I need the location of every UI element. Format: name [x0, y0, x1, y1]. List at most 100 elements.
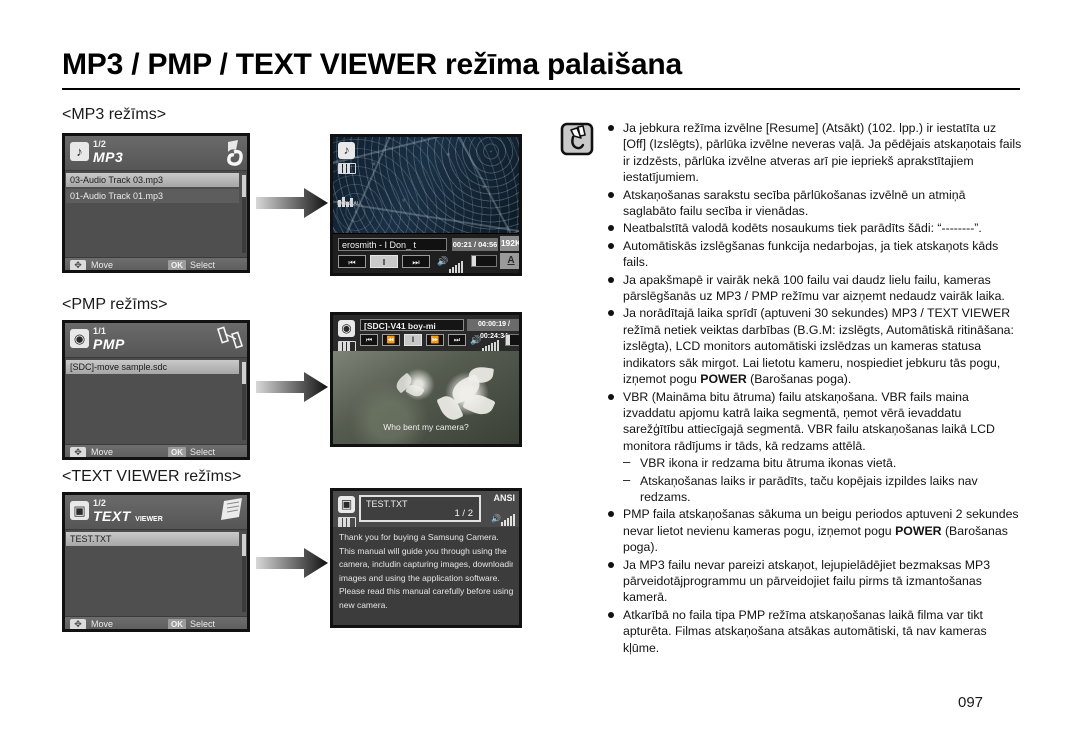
music-note-icon: ♪: [70, 142, 89, 161]
direction-pad-icon: ✥: [70, 447, 86, 457]
note-item: Automātiskās izslēgšanas funkcija nedarb…: [606, 238, 1022, 271]
mp3-browser-mode-label: MP3: [93, 149, 124, 165]
pmp-browser-page-indicator: 1/1: [93, 326, 107, 336]
note-text: Automātiskās izslēgšanas funkcija nedarb…: [623, 238, 999, 270]
text-viewer-content: Thank you for buying a Samsung Camera. T…: [333, 527, 519, 612]
direction-pad-icon: ✥: [70, 619, 86, 629]
bullet-marker: [608, 242, 614, 249]
speaker-icon: 🔊: [470, 335, 482, 345]
next-button[interactable]: ⏭: [448, 334, 466, 346]
dash-marker: –: [623, 471, 631, 487]
text-mode-sub: VIEWER: [135, 516, 163, 523]
text-browser-mode-label: TEXT VIEWER: [93, 508, 163, 524]
ok-button[interactable]: OK: [168, 619, 186, 629]
text-browser-page-indicator: 1/2: [93, 498, 107, 508]
text-mode-main: TEXT: [93, 508, 131, 524]
ok-button[interactable]: OK: [168, 260, 186, 270]
page-title: MP3 / PMP / TEXT VIEWER režīma palaišana: [62, 48, 682, 81]
text-line: Thank you for buying a Samsung Camera.: [339, 532, 499, 542]
note-text: Atkarībā no faila tipa PMP režīma atskaņ…: [623, 607, 987, 655]
text-browser-footer: ✥ Move OK Select: [65, 616, 247, 629]
volume-meter[interactable]: [482, 334, 500, 352]
select-label: Select: [190, 447, 216, 457]
bitrate-badge: 192K: [500, 236, 519, 251]
film-strip-icon: [216, 326, 244, 349]
film-reel-icon: ◉: [338, 320, 355, 337]
mp3-browser-page-indicator: 1/2: [93, 139, 107, 149]
mp3-album-artwork: ♪ NORMAL: [333, 137, 519, 233]
section-label-text: <TEXT VIEWER režīms>: [62, 468, 242, 485]
note-text: VBR (Maināma bitu ātruma) failu atskaņoš…: [623, 389, 995, 453]
text-browser-header: ▣ 1/2 TEXT VIEWER: [65, 495, 247, 530]
note-item: VBR (Maināma bitu ātruma) failu atskaņoš…: [606, 389, 1022, 455]
scrollbar[interactable]: [242, 175, 246, 253]
pmp-browser-mode-label: PMP: [93, 336, 125, 352]
text-line: Please read this manual carefully before…: [339, 586, 513, 596]
subtitle-text: Who bent my camera?: [383, 422, 469, 432]
vbr-icon: A: [500, 253, 519, 269]
track-title: erosmith - I Don_ t: [338, 238, 447, 251]
speaker-icon: 🔊: [437, 256, 449, 266]
next-button[interactable]: ⏭: [402, 255, 430, 268]
movie-title: [SDC]-V41 boy-mi: [360, 319, 464, 331]
section-label-mp3: <MP3 režīms>: [62, 106, 167, 123]
document-icon: ▣: [70, 501, 89, 520]
film-reel-icon: ◉: [70, 329, 89, 348]
text-line: camera, includin capturing images, downl…: [339, 559, 513, 569]
note-text: Ja jebkura režīma izvēlne [Resume] (Atsā…: [623, 121, 1022, 185]
list-item[interactable]: TEST.TXT: [66, 532, 239, 546]
select-label: Select: [190, 619, 216, 629]
note-text: (Barošanas poga).: [746, 372, 852, 387]
text-viewer-screen: ▣ TEST.TXT 1 / 2 ANSI 🔊 Thank you for bu…: [330, 488, 522, 628]
mp3-browser-list: 03-Audio Track 03.mp3 01-Audio Track 01.…: [65, 173, 247, 257]
previous-button[interactable]: ⏮: [338, 255, 366, 268]
battery-icon: [338, 163, 356, 174]
note-emphasis: POWER: [700, 372, 747, 387]
volume-meter[interactable]: 🔊: [491, 508, 516, 526]
pages-icon: [221, 498, 242, 520]
note-text: Ja MP3 failu nevar pareizi atskaņot, lej…: [623, 557, 991, 605]
movie-time: 00:00:19 / 00:24:34: [467, 319, 519, 340]
scrollbar[interactable]: [242, 534, 246, 612]
text-browser-screen: ▣ 1/2 TEXT VIEWER TEST.TXT ✥ Move OK Sel…: [62, 492, 250, 632]
text-viewer-info-box: TEST.TXT 1 / 2: [359, 495, 481, 522]
flow-arrow-icon: [256, 548, 328, 578]
bullet-marker: [608, 611, 614, 618]
section-label-pmp: <PMP režīms>: [62, 296, 168, 313]
list-item[interactable]: 01-Audio Track 01.mp3: [66, 189, 239, 203]
pause-button[interactable]: ‖: [404, 334, 422, 346]
pmp-transport-bar: ◉ [SDC]-V41 boy-mi 00:00:19 / 00:24:34 ⏮…: [333, 315, 519, 352]
note-item: Ja norādītajā laika sprīdī (aptuveni 30 …: [606, 305, 1022, 387]
rewind-button[interactable]: ⏪: [382, 334, 400, 346]
bullet-marker: [608, 561, 614, 568]
notes-list: Ja jebkura režīma izvēlne [Resume] (Atsā…: [606, 120, 1022, 657]
bullet-marker: [608, 310, 614, 317]
note-item: Ja jebkura režīma izvēlne [Resume] (Atsā…: [606, 120, 1022, 186]
equalizer-label: NORMAL: [337, 201, 361, 207]
scrollbar[interactable]: [242, 362, 246, 440]
fast-forward-button[interactable]: ⏩: [426, 334, 444, 346]
ok-button[interactable]: OK: [168, 447, 186, 457]
volume-track[interactable]: [471, 255, 497, 267]
previous-button[interactable]: ⏮: [360, 334, 378, 346]
note-pencil-icon: [560, 122, 594, 156]
bullet-marker: [608, 125, 614, 131]
pmp-browser-screen: ◉ 1/1 PMP [SDC]-move sample.sdc ✥ Move O…: [62, 320, 250, 460]
note-item: Neatbalstītā valodā kodēts nosaukums tie…: [606, 220, 1022, 236]
text-line: images and using the application softwar…: [339, 572, 500, 583]
mp3-browser-screen: ♪ 1/2 MP3 03-Audio Track 03.mp3 01-Audio…: [62, 133, 250, 273]
note-text: Neatbalstītā valodā kodēts nosaukums tie…: [623, 221, 982, 236]
dash-marker: –: [623, 454, 631, 470]
text-viewer-header: ▣ TEST.TXT 1 / 2 ANSI 🔊: [333, 491, 519, 528]
bullet-marker: [608, 276, 614, 283]
list-item[interactable]: 03-Audio Track 03.mp3: [66, 173, 239, 187]
volume-meter[interactable]: [449, 255, 464, 273]
title-divider: [62, 88, 1020, 90]
bullet-marker: [608, 511, 614, 518]
bullet-marker: [608, 393, 614, 400]
select-label: Select: [190, 260, 216, 270]
pause-button[interactable]: ‖: [370, 255, 398, 268]
volume-track[interactable]: [505, 334, 519, 346]
move-label: Move: [91, 447, 114, 457]
list-item[interactable]: [SDC]-move sample.sdc: [66, 360, 239, 374]
